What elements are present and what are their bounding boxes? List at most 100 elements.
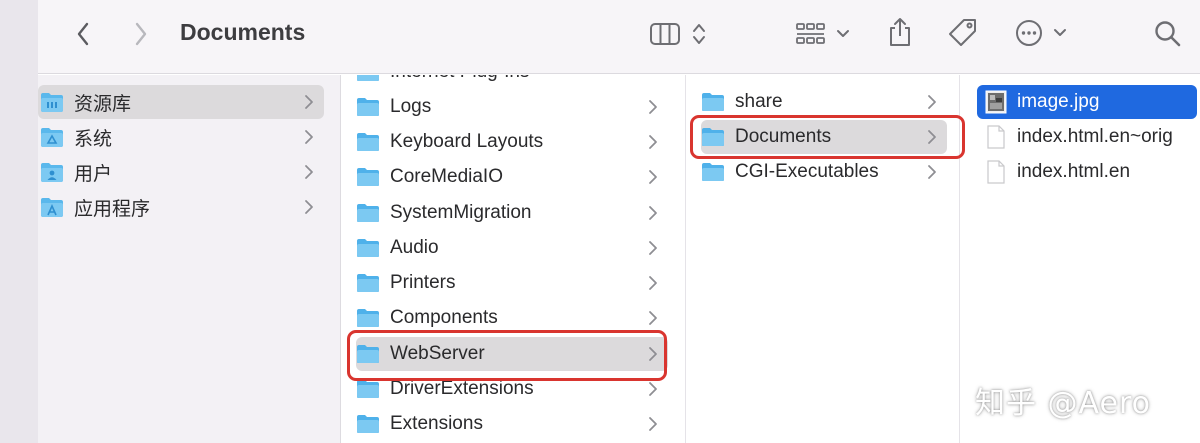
list-item-label: CoreMediaIO [390, 166, 503, 187]
share-button[interactable] [884, 15, 916, 49]
list-item-coremediaio[interactable]: CoreMediaIO [356, 160, 668, 194]
chevron-right-icon [305, 95, 313, 109]
folder-icon [702, 128, 724, 146]
more-actions-button[interactable] [1014, 18, 1074, 48]
list-item-cgi-executables[interactable]: CGI-Executables [701, 155, 947, 189]
folder-icon [357, 133, 379, 151]
chevron-right-icon [649, 170, 657, 184]
back-icon [77, 22, 89, 46]
list-item-label: SystemMigration [390, 202, 532, 223]
list-item-systemmigration[interactable]: SystemMigration [356, 196, 668, 230]
column-view-button[interactable] [648, 20, 682, 48]
file-item-label: image.jpg [1017, 91, 1100, 112]
folder-icon [357, 415, 379, 433]
list-item-share[interactable]: share [701, 85, 947, 119]
list-item-logs[interactable]: Logs [356, 90, 668, 124]
list-item-webserver[interactable]: WebServer [356, 337, 668, 371]
list-item-label: Internet Plug-Ins [390, 75, 529, 83]
list-item-label: Logs [390, 96, 432, 117]
sidebar-column: 资源库 系统 用户 应用程序 [38, 75, 341, 443]
list-item-printers[interactable]: Printers [356, 266, 668, 300]
share-icon [890, 18, 910, 46]
sidebar-item-applications[interactable]: 应用程序 [38, 190, 324, 224]
folder-icon [702, 163, 724, 181]
folder-icon [357, 98, 379, 116]
tag-button[interactable] [946, 16, 980, 50]
search-icon [1155, 21, 1181, 47]
chevron-right-icon [649, 417, 657, 431]
chevron-right-icon [649, 311, 657, 325]
folder-icon [357, 75, 379, 81]
list-item-keyboard-layouts[interactable]: Keyboard Layouts [356, 125, 668, 159]
document-file-icon [987, 160, 1005, 184]
search-button[interactable] [1152, 18, 1184, 50]
view-options-toggle[interactable] [690, 20, 708, 48]
file-item-index-html-en[interactable]: index.html.en [977, 155, 1197, 189]
folder-icon [702, 93, 724, 111]
list-item-label: Audio [390, 237, 439, 258]
chevron-right-icon [649, 100, 657, 114]
users-folder-icon [41, 163, 63, 182]
library-folder-icon [41, 93, 63, 112]
list-item-label: CGI-Executables [735, 161, 879, 182]
chevron-right-icon [305, 130, 313, 144]
file-item-index-html-en-orig[interactable]: index.html.en~orig [977, 120, 1197, 154]
image-file-icon [985, 90, 1007, 114]
forward-icon [135, 22, 147, 46]
file-item-label: index.html.en~orig [1017, 126, 1173, 147]
list-item-label: DriverExtensions [390, 378, 534, 399]
list-item-label: WebServer [390, 343, 485, 364]
system-folder-icon [41, 128, 63, 147]
library-column: Internet Plug-Ins Logs Keyboard Layouts … [342, 75, 686, 443]
folder-icon [357, 309, 379, 327]
chevron-right-icon [649, 206, 657, 220]
sidebar-item-label: 应用程序 [74, 198, 151, 220]
folder-icon [357, 168, 379, 186]
chevron-right-icon [305, 165, 313, 179]
list-item-label: Keyboard Layouts [390, 131, 544, 152]
list-item-label: Extensions [390, 413, 483, 434]
list-item-label: Documents [735, 126, 832, 147]
sidebar-item-library[interactable]: 资源库 [38, 85, 324, 119]
group-icon [796, 23, 849, 44]
list-item-label: Components [390, 307, 498, 328]
list-item-label: share [735, 91, 783, 112]
chevron-right-icon [305, 200, 313, 214]
folder-icon [357, 380, 379, 398]
webserver-column: share Documents CGI-Executables [687, 75, 960, 443]
list-item-extensions[interactable]: Extensions [356, 407, 668, 441]
forward-button[interactable] [128, 20, 154, 48]
more-icon [1016, 20, 1066, 46]
list-item-label: Printers [390, 272, 456, 293]
back-button[interactable] [70, 20, 96, 48]
chevron-right-icon [649, 241, 657, 255]
folder-icon [357, 204, 379, 222]
chevron-right-icon [649, 276, 657, 290]
folder-icon [357, 274, 379, 292]
sidebar-item-users[interactable]: 用户 [38, 155, 324, 189]
column-view-icon [650, 23, 680, 45]
chevron-right-icon [928, 130, 936, 144]
window-left-edge [0, 0, 38, 443]
window-title: Documents [180, 19, 306, 45]
chevron-right-icon [649, 347, 657, 361]
document-file-icon [987, 125, 1005, 149]
list-item-documents[interactable]: Documents [701, 120, 947, 154]
watermark-text: 知乎 @Aero [975, 386, 1152, 421]
sidebar-item-label: 资源库 [74, 93, 132, 115]
sidebar-item-system[interactable]: 系统 [38, 120, 324, 154]
file-item-image-jpg[interactable]: image.jpg [977, 85, 1197, 119]
list-item-internet-plug-ins[interactable]: Internet Plug-Ins [356, 75, 668, 89]
chevron-right-icon [928, 95, 936, 109]
folder-icon [357, 345, 379, 363]
group-button[interactable] [794, 20, 854, 48]
chevron-right-icon [649, 382, 657, 396]
tag-icon [949, 19, 976, 46]
list-item-components[interactable]: Components [356, 301, 668, 335]
sidebar-item-label: 系统 [74, 128, 113, 150]
list-item-driverextensions[interactable]: DriverExtensions [356, 372, 668, 406]
chevron-right-icon [649, 135, 657, 149]
sidebar-item-label: 用户 [74, 163, 113, 185]
applications-folder-icon [41, 198, 63, 217]
list-item-audio[interactable]: Audio [356, 231, 668, 265]
